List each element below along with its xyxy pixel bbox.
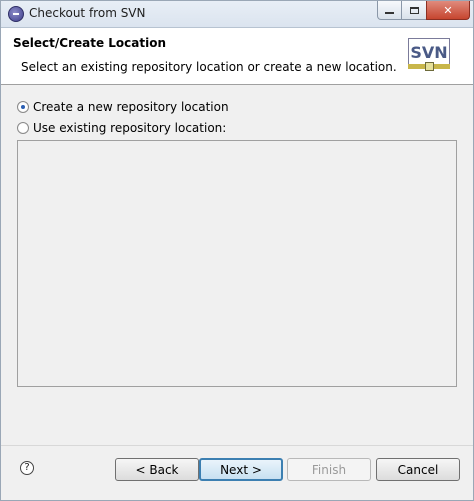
title-bar[interactable]: Checkout from SVN ✕ (1, 1, 473, 28)
minimize-icon (385, 12, 394, 14)
window-title: Checkout from SVN (29, 6, 146, 20)
option-use-existing[interactable]: Use existing repository location: (17, 120, 226, 136)
finish-button[interactable]: Finish (287, 458, 371, 481)
next-button[interactable]: Next > (199, 458, 283, 481)
radio-create-new[interactable] (17, 101, 29, 113)
back-button[interactable]: < Back (115, 458, 199, 481)
wizard-header: Select/Create Location Select an existin… (1, 28, 473, 85)
eclipse-icon (8, 6, 24, 22)
maximize-icon (409, 6, 419, 14)
help-icon[interactable]: ? (20, 461, 34, 475)
svn-logo-icon: SVN (408, 38, 450, 72)
checkout-dialog: Checkout from SVN ✕ Select/Create Locati… (0, 0, 474, 501)
close-icon: ✕ (443, 3, 453, 17)
option-use-existing-label: Use existing repository location: (33, 121, 227, 135)
svn-logo-knob (425, 62, 434, 71)
option-create-new-label: Create a new repository location (33, 100, 229, 114)
footer-divider (1, 445, 473, 446)
repository-location-list[interactable] (17, 140, 457, 387)
radio-use-existing[interactable] (17, 122, 29, 134)
close-button[interactable]: ✕ (426, 1, 470, 20)
minimize-button[interactable] (377, 1, 402, 20)
page-description: Select an existing repository location o… (21, 60, 397, 74)
cancel-button[interactable]: Cancel (376, 458, 460, 481)
maximize-button[interactable] (401, 1, 427, 20)
page-title: Select/Create Location (13, 36, 167, 50)
option-create-new[interactable]: Create a new repository location (17, 99, 229, 115)
